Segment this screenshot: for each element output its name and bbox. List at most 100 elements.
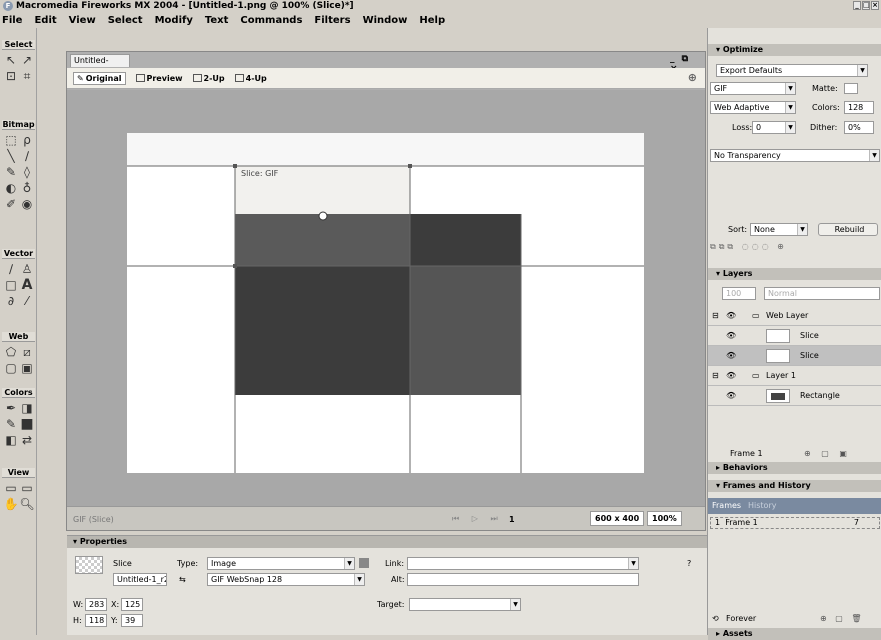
dither-field[interactable]: 0% xyxy=(844,121,874,134)
tab-original[interactable]: ✎ Original xyxy=(73,71,126,85)
freeform-tool-icon[interactable]: ∂ xyxy=(3,293,19,309)
eye-icon[interactable]: 👁︎ xyxy=(726,386,736,406)
pointer-tool-icon[interactable]: ↖ xyxy=(3,52,19,68)
menu-file[interactable]: File xyxy=(2,15,22,26)
link-field[interactable]: ▼ xyxy=(407,557,639,570)
colors-field[interactable]: 128 xyxy=(844,101,874,114)
menu-filters[interactable]: Filters xyxy=(314,15,350,26)
loop-setting[interactable]: Forever xyxy=(726,612,756,625)
pen-tool-icon[interactable]: ♙ xyxy=(19,261,35,277)
restore-icon[interactable]: □ xyxy=(862,1,870,10)
marquee-tool-icon[interactable]: ⬚ xyxy=(3,132,19,148)
menu-modify[interactable]: Modify xyxy=(155,15,193,26)
scale-tool-icon[interactable]: ⊡ xyxy=(3,68,19,84)
crop-tool-icon[interactable]: ⌗ xyxy=(19,68,35,84)
tab-4up[interactable]: 4-Up xyxy=(234,74,267,83)
height-field[interactable]: 118 xyxy=(85,614,107,627)
optimize-header[interactable]: ▾ Optimize xyxy=(708,44,881,56)
replace-color-tool-icon[interactable]: ✐ xyxy=(3,196,19,212)
width-field[interactable]: 283 xyxy=(85,598,107,611)
menu-view[interactable]: View xyxy=(69,15,96,26)
frame-playback-controls[interactable]: ⏮ ▷ ⏭ xyxy=(452,514,503,524)
blur-tool-icon[interactable]: ◐ xyxy=(3,180,19,196)
slice-handle-tl[interactable] xyxy=(233,164,237,168)
line-tool-icon[interactable]: ∕ xyxy=(3,261,19,277)
menu-text[interactable]: Text xyxy=(205,15,229,26)
layers-header[interactable]: ▾ Layers xyxy=(708,268,881,280)
swap-colors-icon[interactable]: ⇄ xyxy=(19,432,35,448)
hand-tool-icon[interactable]: ✋ xyxy=(3,496,19,512)
palette-tools-icon[interactable]: ⧉⧉⧉ ◌◌◌ ⊕ xyxy=(710,240,787,253)
slice-color-swatch[interactable] xyxy=(359,558,369,568)
eraser-tool-icon[interactable]: ◊ xyxy=(19,164,35,180)
layer-buttons-icon[interactable]: ⊕ ▢ ▣ xyxy=(804,447,851,460)
frame-row[interactable]: 1 Frame 1 7 xyxy=(710,517,880,529)
matte-swatch[interactable] xyxy=(844,83,858,94)
behaviors-header[interactable]: ▸ Behaviors xyxy=(708,462,881,474)
menu-edit[interactable]: Edit xyxy=(34,15,56,26)
preview-in-browser-icon[interactable]: ⊕ xyxy=(688,71,697,84)
slice-filename-field[interactable]: Untitled-1_r2 xyxy=(113,573,167,586)
layer-row-web-layer[interactable]: ⊟ 👁︎ ▭ Web Layer xyxy=(708,306,881,326)
behavior-handle-icon[interactable] xyxy=(318,211,328,221)
loss-field[interactable]: 0 ▼ xyxy=(752,121,796,134)
optimize-preset-select[interactable]: Export Defaults ▼ xyxy=(716,64,868,77)
rectangle-tool-icon[interactable]: □ xyxy=(3,277,19,293)
canvas-size[interactable]: 600 x 400 xyxy=(590,511,645,526)
magic-wand-tool-icon[interactable]: ╲ xyxy=(3,148,19,164)
stroke-color-icon[interactable]: ✎ xyxy=(3,416,19,432)
document-window-controls[interactable]: _ ⧉ × xyxy=(670,54,704,74)
default-colors-icon[interactable]: ◧ xyxy=(3,432,19,448)
hotspot-tool-icon[interactable]: ⬠ xyxy=(3,344,19,360)
rubber-stamp-tool-icon[interactable]: ♁ xyxy=(19,180,35,196)
help-icon[interactable]: ? xyxy=(687,557,691,570)
close-icon[interactable]: × xyxy=(871,1,879,10)
minimize-icon[interactable]: _ xyxy=(853,1,861,10)
document-tab[interactable]: Untitled-1.png* xyxy=(70,54,130,77)
subselect-tool-icon[interactable]: ↗ xyxy=(19,52,35,68)
eye-icon[interactable]: 👁︎ xyxy=(726,346,736,366)
layer-opacity-field[interactable]: 100 xyxy=(722,287,756,300)
eyedropper-tool-icon[interactable]: ✒ xyxy=(3,400,19,416)
frame-buttons-icon[interactable]: ⊕ ▢ 🗑︎ xyxy=(820,612,865,625)
loop-icon[interactable]: ⟲ xyxy=(712,612,719,625)
blend-mode-select[interactable]: Normal xyxy=(764,287,880,300)
transparency-select[interactable]: No Transparency ▼ xyxy=(710,149,880,162)
tab-history[interactable]: History xyxy=(748,501,776,510)
tab-preview[interactable]: Preview xyxy=(135,74,183,83)
zoom-tool-icon[interactable]: 🔍︎ xyxy=(19,496,35,512)
target-field[interactable]: ▼ xyxy=(409,598,521,611)
tab-2up[interactable]: 2-Up xyxy=(192,74,225,83)
slice-tool-icon[interactable]: ⧄ xyxy=(19,344,35,360)
text-tool-icon[interactable]: A xyxy=(19,277,35,293)
menu-window[interactable]: Window xyxy=(363,15,408,26)
y-field[interactable]: 39 xyxy=(121,614,143,627)
expand-icon[interactable]: ⊟ xyxy=(712,306,719,326)
layer-row-slice-2[interactable]: 👁︎ Slice xyxy=(708,346,881,366)
red-eye-tool-icon[interactable]: ◉ xyxy=(19,196,35,212)
lasso-tool-icon[interactable]: ρ xyxy=(19,132,35,148)
menu-select[interactable]: Select xyxy=(108,15,143,26)
assets-header[interactable]: ▸ Assets xyxy=(708,628,881,640)
tab-frames[interactable]: Frames xyxy=(712,501,741,510)
zoom-level[interactable]: 100% xyxy=(647,511,682,526)
frames-history-header[interactable]: ▾ Frames and History xyxy=(708,480,881,492)
layer-row-layer-1[interactable]: ⊟ 👁︎ ▭ Layer 1 xyxy=(708,366,881,386)
expand-icon[interactable]: ⊟ xyxy=(712,366,719,386)
standard-screen-icon[interactable]: ▭ xyxy=(3,480,19,496)
fill-color-icon[interactable]: ■ xyxy=(19,416,35,432)
layer-row-rectangle[interactable]: 👁︎ Rectangle xyxy=(708,386,881,406)
alt-field[interactable] xyxy=(407,573,639,586)
x-field[interactable]: 125 xyxy=(121,598,143,611)
slice-handle-bl[interactable] xyxy=(233,264,237,268)
export-format-select[interactable]: GIF WebSnap 128 ▼ xyxy=(207,573,365,586)
rebuild-button[interactable]: Rebuild xyxy=(818,223,878,236)
eye-icon[interactable]: 👁︎ xyxy=(726,366,736,386)
properties-header[interactable]: ▾ Properties xyxy=(67,536,707,548)
slice-handle-tr[interactable] xyxy=(408,164,412,168)
show-slices-icon[interactable]: ▣ xyxy=(19,360,35,376)
hide-slices-icon[interactable]: ▢ xyxy=(3,360,19,376)
layer-row-slice-1[interactable]: 👁︎ Slice xyxy=(708,326,881,346)
type-select[interactable]: Image ▼ xyxy=(207,557,355,570)
palette-select[interactable]: Web Adaptive ▼ xyxy=(710,101,796,114)
